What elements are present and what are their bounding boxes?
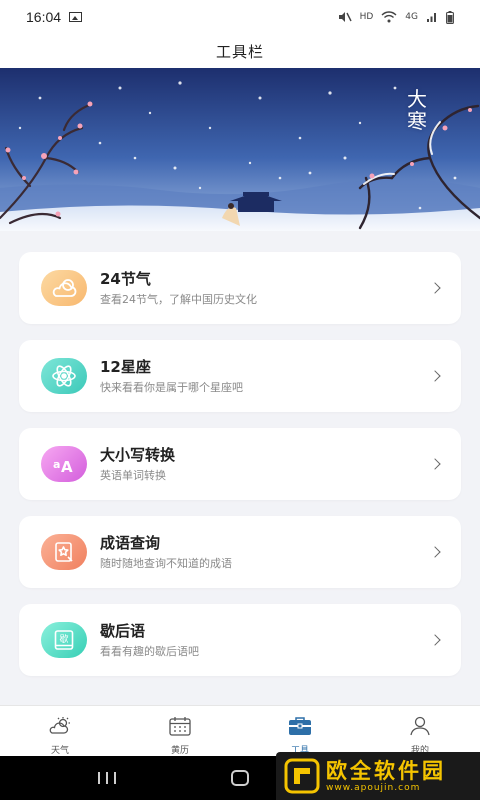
home-button[interactable] bbox=[231, 770, 249, 786]
tool-subtitle: 查看24节气，了解中国历史文化 bbox=[100, 292, 257, 306]
signal-icon bbox=[426, 11, 438, 23]
tab-almanac[interactable]: 黄历 bbox=[120, 706, 240, 756]
tool-title: 歇后语 bbox=[100, 621, 146, 640]
tool-subtitle: 看看有趣的歇后语吧 bbox=[100, 644, 199, 658]
tab-profile[interactable]: 我的 bbox=[360, 706, 480, 756]
mute-icon bbox=[338, 11, 352, 23]
calendar-icon bbox=[168, 716, 192, 740]
tool-subtitle: 英语单词转换 bbox=[100, 468, 166, 482]
page-title: 工具栏 bbox=[215, 42, 264, 61]
chevron-right-icon bbox=[429, 370, 441, 382]
solar-term-banner[interactable]: 大寒 bbox=[0, 68, 480, 231]
watermark-title: 欧全软件园 bbox=[326, 758, 446, 783]
weather-icon bbox=[48, 716, 72, 740]
proverb-book-icon: 歇 bbox=[41, 622, 87, 658]
case-small-glyph: a bbox=[53, 458, 60, 471]
watermark-logo-icon bbox=[284, 758, 320, 794]
status-bar: 16:04 HD 4G bbox=[0, 0, 480, 34]
tool-card-idiom[interactable]: 成语查询 随时随地查询不知道的成语 bbox=[19, 516, 461, 588]
tool-subtitle: 快来看看你是属于哪个星座吧 bbox=[100, 380, 243, 394]
tool-subtitle: 随时随地查询不知道的成语 bbox=[100, 556, 232, 570]
tool-title: 12星座 bbox=[100, 357, 151, 376]
profile-icon bbox=[408, 716, 432, 740]
watermark-url: www.apoujin.com bbox=[326, 782, 421, 793]
case-convert-icon: a A bbox=[41, 446, 87, 482]
chevron-right-icon bbox=[429, 634, 441, 646]
signal-4g-label: 4G bbox=[405, 12, 418, 22]
status-indicators: HD 4G bbox=[338, 10, 454, 24]
hd-label: HD bbox=[359, 12, 374, 22]
tool-card-proverb[interactable]: 歇 歇后语 看看有趣的歇后语吧 bbox=[19, 604, 461, 676]
site-watermark: 欧全软件园 www.apoujin.com bbox=[276, 752, 480, 800]
atom-icon bbox=[41, 358, 87, 394]
tool-title: 大小写转换 bbox=[100, 445, 176, 464]
wifi-icon bbox=[381, 11, 397, 23]
tool-list: 24节气 查看24节气，了解中国历史文化 12星座 快来看看你是属于哪个星座吧 … bbox=[19, 252, 461, 692]
case-large-glyph: A bbox=[61, 458, 73, 475]
cloud-icon bbox=[41, 270, 87, 306]
toolbox-icon bbox=[288, 716, 312, 740]
tool-card-case-convert[interactable]: a A 大小写转换 英语单词转换 bbox=[19, 428, 461, 500]
tool-card-zodiac[interactable]: 12星座 快来看看你是属于哪个星座吧 bbox=[19, 340, 461, 412]
battery-icon bbox=[446, 10, 454, 24]
recent-apps-button[interactable] bbox=[98, 772, 116, 784]
banner-title: 大寒 bbox=[407, 87, 427, 133]
status-time: 16:04 bbox=[26, 9, 62, 25]
tool-title: 成语查询 bbox=[100, 533, 161, 552]
tab-label: 天气 bbox=[50, 746, 69, 756]
idiom-book-icon bbox=[41, 534, 87, 570]
tab-label: 黄历 bbox=[170, 746, 189, 756]
proverb-glyph: 歇 bbox=[59, 633, 68, 645]
tab-tools[interactable]: 工具 bbox=[240, 706, 360, 756]
tool-title: 24节气 bbox=[100, 269, 151, 288]
tab-weather[interactable]: 天气 bbox=[0, 706, 120, 756]
bottom-tab-bar: 天气 黄历 工具 我的 bbox=[0, 705, 480, 756]
tool-card-solar-terms[interactable]: 24节气 查看24节气，了解中国历史文化 bbox=[19, 252, 461, 324]
app-header: 工具栏 bbox=[0, 34, 480, 68]
image-notification-icon bbox=[69, 12, 83, 22]
chevron-right-icon bbox=[429, 546, 441, 558]
chevron-right-icon bbox=[429, 282, 441, 294]
chevron-right-icon bbox=[429, 458, 441, 470]
